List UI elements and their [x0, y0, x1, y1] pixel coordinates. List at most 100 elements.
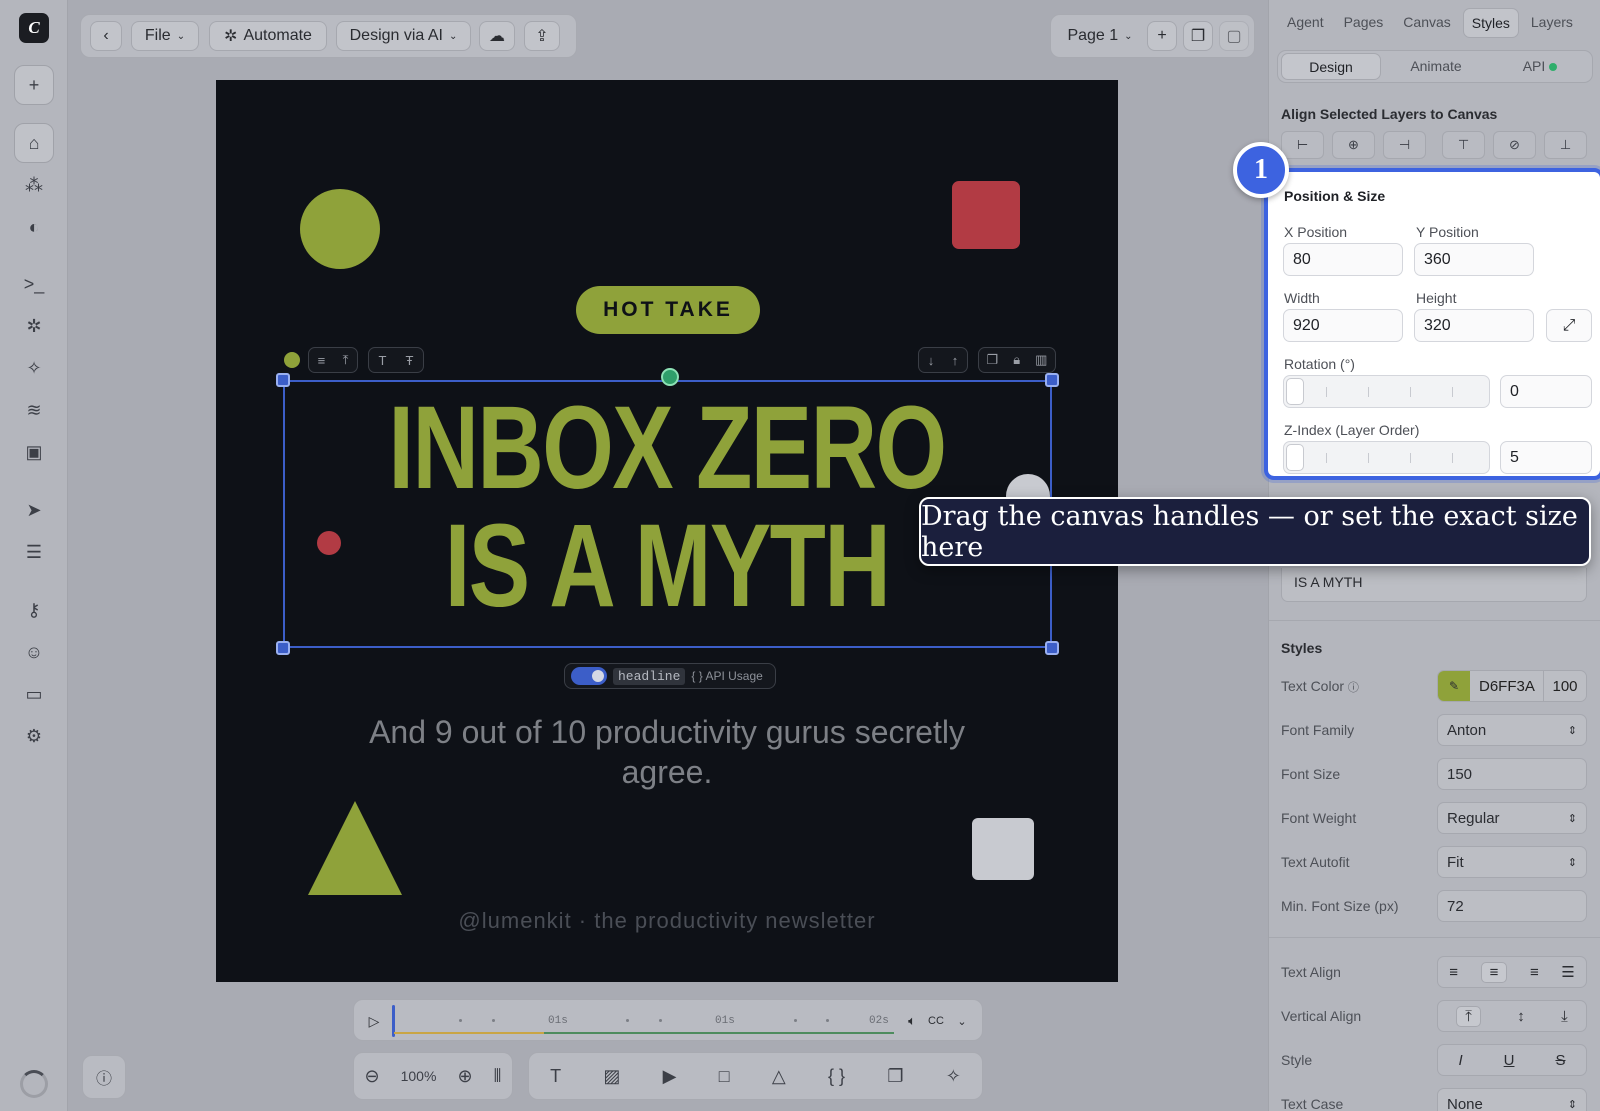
- api-binding-chip[interactable]: headline { } API Usage: [564, 663, 776, 689]
- underline-icon[interactable]: U: [1504, 1052, 1515, 1069]
- automation-icon[interactable]: ✲: [14, 306, 54, 346]
- resize-handle-bottom-right[interactable]: [1045, 641, 1059, 655]
- align-right-button[interactable]: ⊣: [1383, 131, 1426, 159]
- align-left-button[interactable]: ⊢: [1281, 131, 1324, 159]
- grey-square-shape[interactable]: [972, 818, 1034, 880]
- rotation-input[interactable]: 0: [1500, 375, 1592, 408]
- rotate-handle-icon[interactable]: [661, 368, 679, 386]
- layer-actions-mini-toolbar[interactable]: ❐ 🔒︎ ▥: [978, 347, 1056, 373]
- key-icon[interactable]: ⚷: [14, 590, 54, 630]
- settings-icon[interactable]: ⚙: [14, 716, 54, 756]
- z-index-input[interactable]: 5: [1500, 441, 1592, 474]
- timeline-expand-button[interactable]: ⌄: [952, 1006, 972, 1036]
- delete-page-button[interactable]: ▢: [1219, 21, 1249, 51]
- rotation-slider[interactable]: [1283, 375, 1490, 408]
- image-tool-icon[interactable]: ▨: [603, 1066, 620, 1087]
- italic-icon[interactable]: I: [1458, 1052, 1462, 1069]
- design-ai-button[interactable]: Design via AI ⌄: [336, 21, 471, 51]
- min-font-input[interactable]: 72: [1437, 890, 1587, 922]
- magic-tool-icon[interactable]: ✧: [946, 1066, 961, 1087]
- send-icon[interactable]: ➤: [14, 490, 54, 530]
- text-case-select[interactable]: None ⇕: [1437, 1088, 1587, 1111]
- resize-handle-top-right[interactable]: [1045, 373, 1059, 387]
- text-tool-icon[interactable]: T: [550, 1066, 561, 1087]
- zoom-out-icon[interactable]: ⊖: [365, 1066, 380, 1087]
- back-button[interactable]: ‹: [90, 21, 122, 51]
- text-align-mini-toolbar[interactable]: ≡ ⤒: [308, 347, 358, 373]
- y-position-input[interactable]: 360: [1414, 243, 1534, 276]
- text-opacity[interactable]: 100: [1544, 671, 1586, 701]
- resize-handle-top-left[interactable]: [276, 373, 290, 387]
- x-position-input[interactable]: 80: [1283, 243, 1403, 276]
- add-page-button[interactable]: +: [1147, 21, 1177, 51]
- video-tool-icon[interactable]: ▶︎: [663, 1066, 677, 1087]
- resize-handle-bottom-left[interactable]: [276, 641, 290, 655]
- contacts-icon[interactable]: ☰: [14, 532, 54, 572]
- terminal-icon[interactable]: >_: [14, 264, 54, 304]
- tab-pages[interactable]: Pages: [1336, 8, 1392, 38]
- duplicate-page-button[interactable]: ❐: [1183, 21, 1213, 51]
- home-icon[interactable]: ⌂: [14, 123, 54, 163]
- add-icon[interactable]: +: [14, 65, 54, 105]
- subtab-animate[interactable]: Animate: [1387, 53, 1485, 80]
- tab-canvas[interactable]: Canvas: [1395, 8, 1458, 38]
- align-bottom-button[interactable]: ⊥: [1544, 131, 1587, 159]
- captions-button[interactable]: CC: [926, 1006, 946, 1036]
- zoom-level[interactable]: 100%: [401, 1068, 437, 1084]
- hot-take-badge[interactable]: HOT TAKE: [576, 286, 760, 334]
- align-center-icon[interactable]: ≡: [1480, 961, 1508, 983]
- team-icon[interactable]: ☺: [14, 632, 54, 672]
- zoom-in-icon[interactable]: ⊕: [457, 1066, 472, 1087]
- audio-button[interactable]: 🔈︎: [902, 1006, 922, 1036]
- align-hcenter-button[interactable]: ⊕: [1332, 131, 1375, 159]
- shape-tool-icon[interactable]: □: [719, 1066, 730, 1087]
- subtab-design[interactable]: Design: [1281, 53, 1381, 80]
- automate-button[interactable]: ✲ Automate: [209, 21, 327, 51]
- audio-waveform-icon[interactable]: ⦀: [494, 1066, 502, 1087]
- variables-tool-icon[interactable]: { }: [828, 1066, 845, 1087]
- color-swatch-icon[interactable]: ✎: [1438, 671, 1470, 701]
- info-button[interactable]: ⓘ: [82, 1055, 126, 1099]
- color-dot[interactable]: [284, 352, 300, 368]
- tab-styles[interactable]: Styles: [1462, 8, 1519, 38]
- tab-agent[interactable]: Agent: [1279, 8, 1332, 38]
- cloud-save-button[interactable]: ☁: [479, 21, 515, 51]
- image-icon[interactable]: ▣: [14, 432, 54, 472]
- font-weight-select[interactable]: Regular ⇕: [1437, 802, 1587, 834]
- height-input[interactable]: 320: [1414, 309, 1534, 342]
- align-left-icon[interactable]: ≡: [1449, 964, 1458, 981]
- palette-icon[interactable]: ◐: [14, 207, 54, 247]
- valign-top-icon[interactable]: ⤒: [1456, 1005, 1481, 1027]
- duplicate-tool-icon[interactable]: ❐: [887, 1066, 903, 1087]
- align-justify-icon[interactable]: ☰: [1561, 963, 1574, 981]
- api-toggle[interactable]: [571, 667, 607, 685]
- sparkle-icon[interactable]: ✧: [14, 348, 54, 388]
- components-icon[interactable]: ⁂: [14, 165, 54, 205]
- footer-text[interactable]: @lumenkit · the productivity newsletter: [356, 908, 978, 934]
- tab-layers[interactable]: Layers: [1523, 8, 1581, 38]
- green-circle-shape[interactable]: [300, 189, 380, 269]
- api-usage-link[interactable]: { } API Usage: [691, 669, 762, 683]
- text-color-hex[interactable]: D6FF3A: [1470, 671, 1544, 701]
- page-select[interactable]: Page 1 ⌄: [1057, 21, 1143, 51]
- red-square-shape[interactable]: [952, 181, 1020, 249]
- strikethrough-icon[interactable]: S: [1555, 1052, 1565, 1069]
- text-content-field[interactable]: IS A MYTH: [1281, 568, 1587, 602]
- slider-knob[interactable]: [1286, 444, 1304, 471]
- font-size-input[interactable]: 150: [1437, 758, 1587, 790]
- text-size-mini-toolbar[interactable]: TŦ: [368, 347, 424, 373]
- export-button[interactable]: ⇪: [524, 21, 560, 51]
- layers-icon[interactable]: ≋: [14, 390, 54, 430]
- valign-bottom-icon[interactable]: ⤓: [1561, 1008, 1568, 1025]
- green-triangle-shape[interactable]: [308, 801, 402, 895]
- layer-order-mini-toolbar[interactable]: ↓ ↑: [918, 347, 968, 373]
- app-logo[interactable]: C: [19, 13, 49, 43]
- file-menu-button[interactable]: File ⌄: [131, 21, 199, 51]
- font-family-select[interactable]: Anton ⇕: [1437, 714, 1587, 746]
- timeline[interactable]: ▷ 01s 01s 02s 🔈︎ CC ⌄: [353, 999, 983, 1041]
- slider-knob[interactable]: [1286, 378, 1304, 405]
- text-color-field[interactable]: ✎ D6FF3A 100: [1437, 670, 1587, 702]
- play-button[interactable]: ▷: [360, 1006, 388, 1036]
- billing-icon[interactable]: ▭: [14, 674, 54, 714]
- align-right-icon[interactable]: ≡: [1530, 964, 1539, 981]
